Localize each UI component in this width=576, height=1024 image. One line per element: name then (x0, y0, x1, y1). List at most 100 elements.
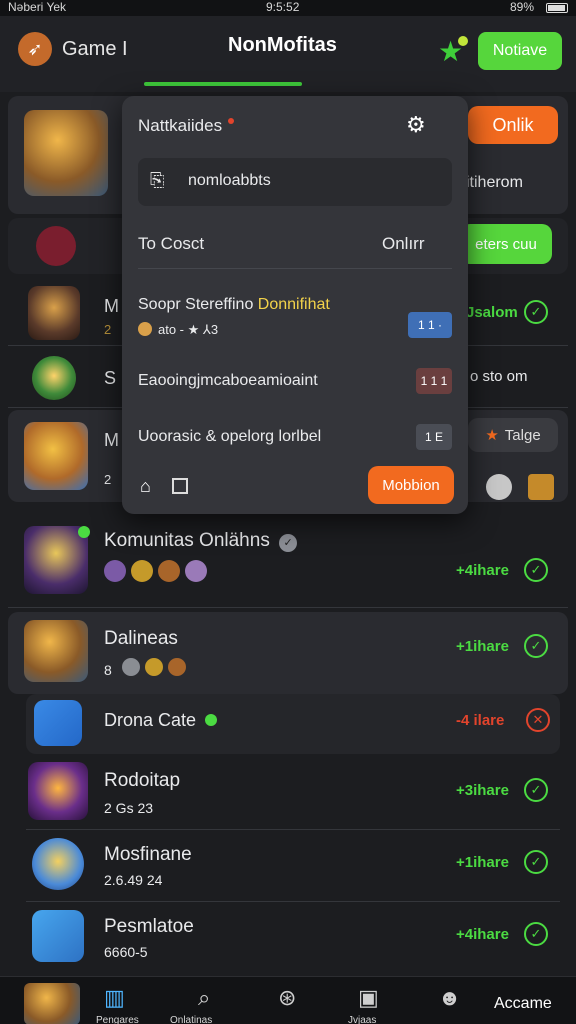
nav-label[interactable]: Onlatinas (170, 1015, 212, 1024)
nav-label-account[interactable]: Accame (494, 995, 552, 1013)
game-thumbnail (24, 620, 88, 682)
to-value[interactable]: Onlırr (382, 234, 425, 254)
popover-action-button[interactable]: Mobbion (368, 466, 454, 504)
item-status: Jsalom (466, 304, 518, 321)
flag-icon[interactable] (172, 478, 188, 494)
carrier-label: Nəberi Yek (8, 0, 67, 14)
list-item[interactable]: Drona Cate -4 ilare ✕ (26, 694, 560, 754)
item-title: Dalineas (104, 628, 178, 649)
item-status: +1ihare (456, 638, 509, 655)
secondary-action-button[interactable]: eters cuu (460, 224, 552, 264)
list-item[interactable]: Pesmlatoe 6660-5 +4ihare ✓ (26, 902, 560, 972)
inbox-icon[interactable]: ⌂ (140, 476, 151, 497)
online-dot (78, 526, 90, 538)
item-title: Mosfinane (104, 844, 192, 865)
brand-label: Game I (62, 38, 128, 60)
notification-item[interactable]: Uoorasic & opelorg lorlbel 1 E (138, 420, 452, 456)
status-bar: Nəberi Yek 9:5:52 89% (0, 0, 576, 16)
featured-action-button[interactable]: Onlik (468, 106, 558, 144)
check-icon[interactable]: ✓ (524, 634, 548, 658)
chart-icon[interactable]: ▥ (104, 985, 125, 1011)
flame-icon: ★ (485, 427, 499, 444)
item-title: M (104, 430, 119, 450)
battery-percent: 89% (510, 0, 535, 14)
list-item[interactable]: Mosfinane 2.6.49 24 +1ihare ✓ (26, 830, 560, 902)
profile-thumbnail[interactable] (24, 983, 80, 1024)
avatar (158, 560, 180, 582)
avatar (104, 560, 126, 582)
game-thumbnail (32, 356, 76, 400)
tag-button[interactable]: ★ Talge (468, 418, 558, 452)
item-sub: 6660-5 (104, 944, 148, 960)
member-avatars (104, 560, 207, 582)
item-title: Rodoitap (104, 770, 181, 791)
check-icon[interactable]: ✓ (524, 558, 548, 582)
page-title: NonMofitas (228, 34, 337, 56)
game-thumbnail (24, 422, 88, 490)
item-sub: 8 (104, 662, 112, 678)
check-icon[interactable]: ✓ (524, 922, 548, 946)
close-icon[interactable]: ✕ (526, 708, 550, 732)
nav-label[interactable]: Pengares (96, 1015, 139, 1024)
avatar (131, 560, 153, 582)
nav-label[interactable]: Jvjaas (348, 1015, 376, 1024)
tag-label: Talge (504, 426, 541, 444)
item-sub: 2 (104, 472, 112, 487)
check-icon[interactable]: ✓ (524, 850, 548, 874)
list-item[interactable]: Rodoitap 2 Gs 23 +3ihare ✓ (26, 756, 560, 830)
check-icon[interactable]: ✓ (524, 778, 548, 802)
avatar (185, 560, 207, 582)
notification-item[interactable]: Eaooingjmcaboeamioaint 1 1 1 (138, 364, 452, 400)
game-thumbnail (28, 286, 80, 340)
count-badge: 1 1 1 (416, 368, 452, 394)
divider (138, 268, 452, 269)
settings-icon[interactable]: ⚙ (406, 112, 426, 138)
item-status: +4ihare (456, 562, 509, 579)
source-field[interactable]: ⎘ nomloabbts (138, 158, 452, 206)
notification-sub: ato - ★ ⅄3 (158, 322, 219, 337)
notification-title: Soopr Stereffino Donnifihat (138, 296, 330, 313)
search-icon[interactable]: ⌕ (198, 985, 210, 1011)
compass-icon[interactable]: ⊛ (278, 985, 296, 1011)
avatar (168, 658, 186, 676)
list-item[interactable]: Dalineas 8 +1ihare ✓ (8, 612, 568, 694)
link-icon: ⎘ (150, 170, 165, 190)
avatar (528, 474, 554, 500)
item-title: Pesmlatoe (104, 916, 194, 937)
inbox-icon[interactable]: ▣ (358, 985, 379, 1011)
notification-title: Uoorasic & opelorg lorlbel (138, 428, 322, 445)
avatar (486, 474, 512, 500)
member-avatars (122, 658, 186, 676)
notification-item[interactable]: Soopr Stereffino Donnifihat ato - ★ ⅄3 1… (138, 292, 452, 346)
profile-icon[interactable]: ☻ (438, 985, 461, 1011)
item-sub: 2 (104, 322, 112, 337)
community-row[interactable]: Komunitas Onlähns ✓ +4ihare ✓ (8, 516, 568, 608)
game-thumbnail (24, 526, 88, 594)
avatar (122, 658, 140, 676)
header-action-button[interactable]: Notiave (478, 32, 562, 70)
avatar (145, 658, 163, 676)
item-status: +3ihare (456, 782, 509, 799)
item-status: o sto om (470, 368, 528, 385)
game-thumbnail (24, 110, 108, 196)
popover-title: Nattkaiides (138, 116, 223, 135)
battery-icon (546, 3, 568, 13)
globe-icon (138, 322, 152, 336)
to-label: To Cosct (138, 234, 205, 253)
verified-icon: ✓ (279, 534, 298, 552)
item-title: Drona Cate (104, 710, 218, 731)
game-thumbnail (32, 838, 84, 890)
notification-dot (458, 36, 468, 46)
active-tab-indicator (144, 82, 302, 86)
count-badge: 1 E (416, 424, 452, 450)
online-dot (205, 714, 218, 726)
item-status: -4 ilare (456, 712, 505, 729)
item-title: M (104, 296, 119, 316)
source-label: nomloabbts (188, 172, 271, 189)
notifications-popover: Nattkaiides ⚙ ⎘ nomloabbts To Cosct Onlı… (122, 96, 468, 514)
item-status: +4ihare (456, 926, 509, 943)
app-logo-icon[interactable]: ➶ (18, 32, 52, 66)
count-badge: 1 1 · (408, 312, 452, 338)
item-sub: 2 Gs 23 (104, 800, 154, 816)
check-icon[interactable]: ✓ (524, 300, 548, 324)
